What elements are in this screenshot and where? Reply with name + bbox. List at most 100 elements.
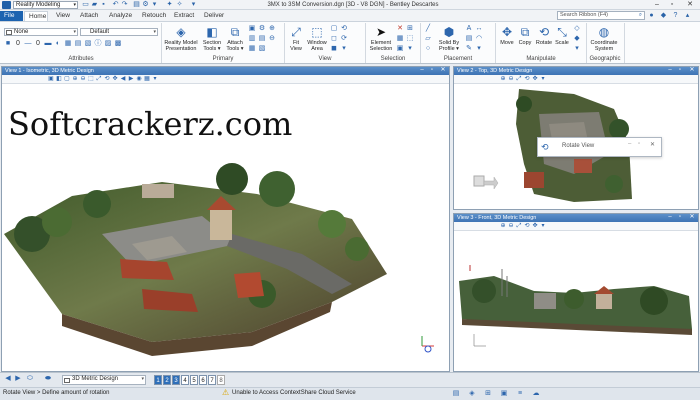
primary-tool-8-icon[interactable]: ⊖ [268,35,276,43]
view-display-style-icon[interactable]: ◧ [56,76,62,82]
fit-view-button[interactable]: ⤢ Fit View [286,25,306,52]
attach-tools-button[interactable]: ⧉ Attach Tools ▾ [224,25,246,52]
view-toggle-2[interactable]: 2 [163,375,171,385]
view-3-close-button[interactable]: ✕ [688,213,696,221]
line-weight-icon[interactable]: 0 [34,40,42,48]
view-toggle-1[interactable]: 1 [154,375,162,385]
v3-more-icon[interactable]: ▾ [540,223,546,229]
view-tool-6-icon[interactable]: ▾ [340,45,348,53]
question-icon[interactable]: ? [672,12,679,19]
view-toggle-3[interactable]: 3 [172,375,180,385]
view-toggle-4[interactable]: 4 [181,375,189,385]
warning-icon[interactable]: ⚠ [222,389,229,397]
view-tool-2-icon[interactable]: ◻ [330,35,338,43]
view-camera-icon[interactable]: ◉ [136,76,142,82]
weight-bar-icon[interactable]: ▬ [44,40,52,48]
select-tool-icon[interactable]: ▣ [396,45,404,53]
color-number-icon[interactable]: 0 [14,40,22,48]
close-button[interactable]: ✕ [683,0,697,10]
status-cloud-icon[interactable]: ☁ [532,390,540,398]
v3-pan-icon[interactable]: ✥ [532,223,538,229]
color-swatch-icon[interactable]: ■ [4,40,12,48]
manip-more-icon[interactable]: ▾ [573,45,581,53]
v2-fit-icon[interactable]: ⤢ [516,76,522,82]
status-snap-icon[interactable]: ◈ [468,390,476,398]
rotate-dialog-minimize-button[interactable]: – [628,141,631,147]
rotate-dialog-close-button[interactable]: ✕ [650,141,655,148]
view-pan-icon[interactable]: ✥ [112,76,118,82]
scale-button[interactable]: ⤡ Scale [553,25,571,46]
tab-attach[interactable]: Attach [76,11,102,21]
workflow-dropdown[interactable]: Reality Modeling ▾ [13,1,78,9]
coordinate-system-button[interactable]: ◍ Coordinate System [588,25,620,52]
status-lock-icon[interactable]: ▤ [452,390,460,398]
view-attributes-icon[interactable]: ▣ [48,76,54,82]
v2-pan-icon[interactable]: ✥ [532,76,538,82]
undo-icon[interactable]: ↶ [112,1,119,8]
view-tool-4-icon[interactable]: ⟲ [340,25,348,33]
place-cell-icon[interactable]: ▤ [465,35,473,43]
dropdown-icon[interactable]: ▾ [190,1,197,8]
view-bar-back-icon[interactable]: ◀ [4,375,12,383]
v3-rotate-icon[interactable]: ⟲ [524,223,530,229]
line-style-icon[interactable]: — [24,40,32,48]
tab-view[interactable]: View [52,11,74,21]
primary-tool-2-icon[interactable]: ▥ [248,35,256,43]
status-model-icon[interactable]: ▣ [500,390,508,398]
v2-rotate-icon[interactable]: ⟲ [524,76,530,82]
properties-icon[interactable]: ▩ [114,40,122,48]
view-window-area-icon[interactable]: ⬚ [88,76,94,82]
view-tool-1-icon[interactable]: ▢ [330,25,338,33]
save-icon[interactable]: ▪ [100,1,107,8]
view-previous-icon[interactable]: ◀ [120,76,126,82]
view-tool-5-icon[interactable]: ⟳ [340,35,348,43]
view-3-minimize-button[interactable]: – [666,213,674,221]
settings-icon[interactable]: ⚙ [142,1,149,8]
primary-tool-6-icon[interactable]: ▧ [258,45,266,53]
view-toggle-8[interactable]: 8 [217,375,225,385]
delete-icon[interactable]: ✕ [396,25,404,33]
place-note-icon[interactable]: ✎ [465,45,473,53]
place-dim-icon[interactable]: ↔ [475,25,483,33]
primary-tool-1-icon[interactable]: ▣ [248,25,256,33]
rotate-view-dialog[interactable]: ⟲ Rotate View – ▫ ✕ [537,137,662,157]
tab-file[interactable]: File [0,11,23,21]
tab-extract[interactable]: Extract [170,11,198,21]
v3-zoom-out-icon[interactable]: ⊖ [508,223,514,229]
element-selection-button[interactable]: ➤ Element Selection [367,25,395,52]
print-icon[interactable]: ▤ [133,1,140,8]
view-2-close-button[interactable]: ✕ [688,66,696,74]
rotate-button[interactable]: ⟲ Rotate [534,25,554,46]
window-area-button[interactable]: ⬚ Window Area [306,25,328,52]
reality-model-presentation-button[interactable]: ◈ Reality Model Presentation [163,25,199,52]
view-rotate-icon[interactable]: ⟲ [104,76,110,82]
view-bar-model-icon[interactable]: ⬬ [44,375,52,383]
open-folder-icon[interactable]: ▰ [91,1,98,8]
v2-more-icon[interactable]: ▾ [540,76,546,82]
place-more-icon[interactable]: ▾ [475,45,483,53]
bell-icon[interactable]: ◆ [660,12,667,19]
view-fit-icon[interactable]: ⤢ [96,76,102,82]
level-combo[interactable]: None ▾ [4,28,78,36]
view-toggle-5[interactable]: 5 [190,375,198,385]
section-tools-button[interactable]: ◧ Section Tools ▾ [200,25,224,52]
primary-tool-5-icon[interactable]: ▤ [258,35,266,43]
select-filter-icon[interactable]: ⊞ [406,25,414,33]
tab-analyze[interactable]: Analyze [105,11,136,21]
primary-tool-7-icon[interactable]: ⊕ [268,25,276,33]
view-1-maximize-button[interactable]: ▫ [428,66,436,74]
template-icon[interactable]: ▧ [84,40,92,48]
view-more-icon[interactable]: ▾ [152,76,158,82]
view-bar-forward-icon[interactable]: ▶ [14,375,22,383]
pin-icon[interactable]: ✦ [166,1,173,8]
view-clip-icon[interactable]: ▦ [144,76,150,82]
class-icon[interactable]: ▤ [74,40,82,48]
redo-icon[interactable]: ↷ [121,1,128,8]
manip-tool-2-icon[interactable]: ◆ [573,35,581,43]
v3-zoom-in-icon[interactable]: ⊕ [500,223,506,229]
place-arc-icon[interactable]: ◠ [475,35,483,43]
tab-deliver[interactable]: Deliver [200,11,228,21]
select-fence-icon[interactable]: ⬚ [406,35,414,43]
v3-fit-icon[interactable]: ⤢ [516,223,522,229]
view-2-minimize-button[interactable]: – [666,66,674,74]
